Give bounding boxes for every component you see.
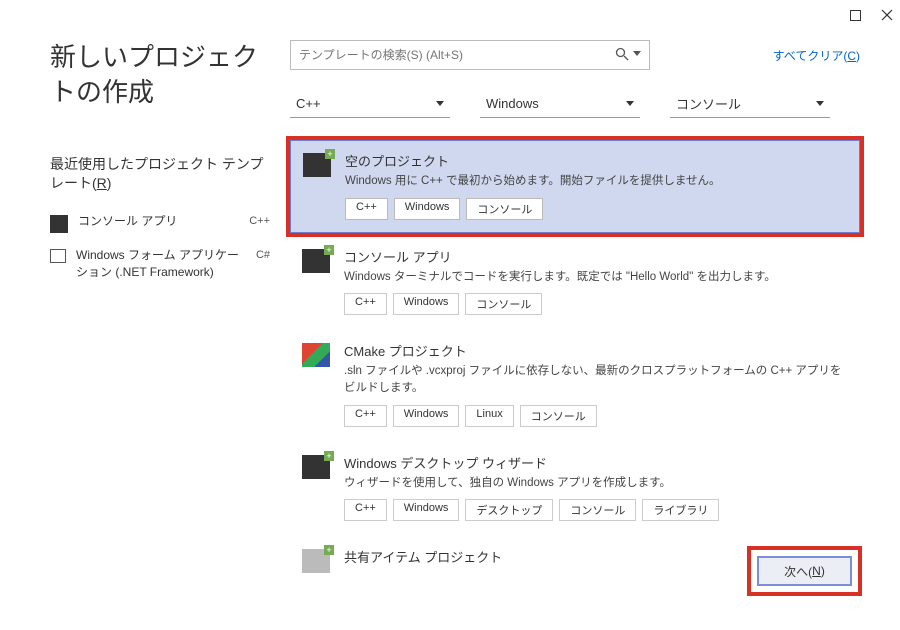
left-panel: 新しいプロジェクトの作成 最近使用したプロジェクト テンプレート(R) コンソー… — [50, 40, 290, 585]
recent-item-lang: C# — [256, 247, 270, 261]
template-desc: ウィザードを使用して、独自の Windows アプリを作成します。 — [344, 475, 848, 492]
dialog-title: 新しいプロジェクトの作成 — [50, 40, 270, 110]
template-tag: コンソール — [466, 198, 543, 220]
filter-label: C++ — [296, 96, 321, 111]
chevron-down-icon — [436, 101, 444, 106]
recent-item[interactable]: Windows フォーム アプリケーション (.NET Framework) C… — [50, 247, 270, 281]
template-name: Windows デスクトップ ウィザード — [344, 453, 848, 472]
search-dropdown-icon[interactable] — [633, 51, 641, 59]
maximize-icon[interactable] — [848, 8, 862, 22]
window-titlebar — [0, 0, 900, 30]
shared-items-icon: + — [302, 549, 330, 573]
filter-platform[interactable]: Windows — [480, 90, 640, 118]
template-tag: C++ — [344, 293, 387, 315]
template-desc: Windows 用に C++ で最初から始めます。開始ファイルを提供しません。 — [345, 173, 847, 190]
console-icon: + — [302, 249, 330, 273]
cmake-icon — [302, 343, 330, 367]
empty-project-icon: + — [303, 153, 331, 177]
filter-language[interactable]: C++ — [290, 90, 450, 118]
template-item-console[interactable]: + コンソール アプリ Windows ターミナルでコードを実行します。既定では… — [290, 237, 860, 328]
template-tag: Windows — [393, 405, 460, 427]
filter-label: Windows — [486, 96, 539, 111]
console-icon — [50, 215, 68, 233]
search-input[interactable] — [299, 48, 615, 62]
template-tag: C++ — [345, 198, 388, 220]
template-tag: デスクトップ — [465, 499, 553, 521]
recent-heading: 最近使用したプロジェクト テンプレート(R) — [50, 155, 270, 193]
template-tag: Linux — [465, 405, 513, 427]
template-tag: コンソール — [520, 405, 597, 427]
template-tag: ライブラリ — [642, 499, 719, 521]
clear-all-link[interactable]: すべてクリア(C) — [773, 47, 860, 64]
template-item-desktop-wizard[interactable]: + Windows デスクトップ ウィザード ウィザードを使用して、独自の Wi… — [290, 443, 860, 534]
form-icon — [50, 249, 66, 263]
template-name: 空のプロジェクト — [345, 151, 847, 170]
next-button-highlight: 次へ(N) — [751, 550, 858, 592]
search-box[interactable] — [290, 40, 650, 70]
template-item-cmake[interactable]: CMake プロジェクト .sln ファイルや .vcxproj ファイルに依存… — [290, 331, 860, 438]
template-tag: コンソール — [465, 293, 542, 315]
search-icon[interactable] — [615, 47, 629, 64]
next-button[interactable]: 次へ(N) — [757, 556, 852, 586]
chevron-down-icon — [816, 101, 824, 106]
template-tag: コンソール — [559, 499, 636, 521]
wizard-icon: + — [302, 455, 330, 479]
template-tag: Windows — [394, 198, 461, 220]
template-item-empty[interactable]: + 空のプロジェクト Windows 用に C++ で最初から始めます。開始ファ… — [290, 140, 860, 233]
template-tag: Windows — [393, 499, 460, 521]
template-desc: Windows ターミナルでコードを実行します。既定では "Hello Worl… — [344, 269, 848, 286]
template-name: CMake プロジェクト — [344, 341, 848, 360]
recent-item[interactable]: コンソール アプリ C++ — [50, 213, 270, 233]
chevron-down-icon — [626, 101, 634, 106]
recent-item-label: コンソール アプリ — [78, 213, 239, 230]
filter-label: コンソール — [676, 94, 741, 113]
template-desc: .sln ファイルや .vcxproj ファイルに依存しない、最新のクロスプラッ… — [344, 363, 848, 396]
template-tag: Windows — [393, 293, 460, 315]
recent-item-lang: C++ — [249, 213, 270, 227]
template-tag: C++ — [344, 405, 387, 427]
right-panel: すべてクリア(C) C++ Windows コンソール + 空のプロジェクト W… — [290, 40, 860, 585]
filter-type[interactable]: コンソール — [670, 90, 830, 118]
recent-item-label: Windows フォーム アプリケーション (.NET Framework) — [76, 247, 246, 281]
template-tag: C++ — [344, 499, 387, 521]
close-icon[interactable] — [880, 8, 894, 22]
template-name: コンソール アプリ — [344, 247, 848, 266]
